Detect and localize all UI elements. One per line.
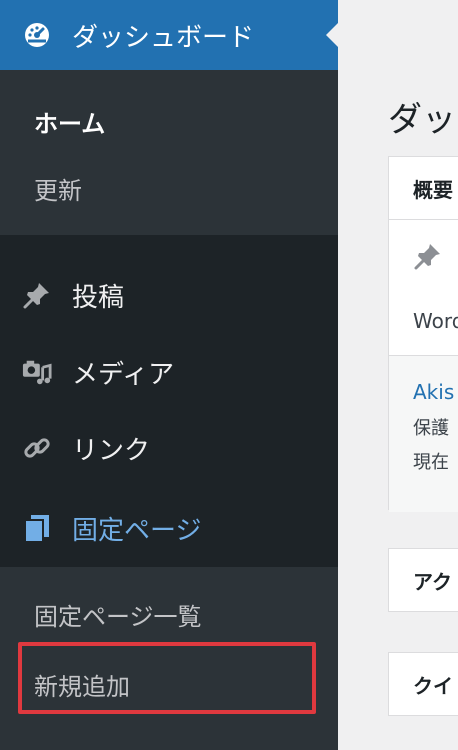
pin-icon	[413, 241, 443, 276]
menu-label-posts: 投稿	[72, 282, 125, 313]
activity-widget-title[interactable]: アク	[389, 549, 458, 611]
overview-akismet-section: Akis 保護 現在	[389, 355, 458, 512]
menu-item-pages[interactable]: 固定ページ	[0, 489, 338, 567]
submenu-item-home[interactable]: ホーム	[34, 104, 105, 139]
dashboard-gauge-icon	[22, 20, 52, 50]
overview-widget-title[interactable]: 概要	[389, 157, 458, 220]
pin-icon	[22, 280, 52, 310]
admin-sidebar: ダッシュボード ホーム 更新 投稿 メディア リンク 固定ページ 固定ページ一覧…	[0, 0, 338, 750]
overview-widget: 概要 Word Akis 保護 現在	[388, 156, 458, 512]
quickdraft-widget-title[interactable]: クイ	[389, 653, 458, 715]
quickdraft-widget: クイ	[388, 652, 458, 716]
dashboard-submenu: ホーム 更新	[0, 70, 338, 235]
submenu-item-all-pages[interactable]: 固定ページ一覧	[34, 597, 202, 632]
menu-label-pages: 固定ページ	[72, 515, 202, 546]
menu-item-links[interactable]: リンク	[0, 413, 338, 483]
overview-wordpress-text: Word	[413, 309, 458, 333]
menu-label-media: メディア	[72, 359, 175, 390]
akismet-protection-text: 保護	[413, 418, 449, 439]
akismet-link[interactable]: Akis	[413, 380, 454, 404]
pages-icon	[22, 513, 52, 543]
chain-link-icon	[22, 433, 52, 463]
akismet-status-text: 現在	[413, 452, 449, 473]
menu-label-links: リンク	[72, 435, 151, 466]
media-camera-music-icon	[22, 357, 52, 387]
submenu-item-updates[interactable]: 更新	[34, 171, 82, 206]
menu-item-dashboard[interactable]: ダッシュボード	[0, 0, 338, 70]
activity-widget: アク	[388, 548, 458, 612]
page-title: ダッ	[388, 100, 456, 140]
menu-item-media[interactable]: メディア	[0, 337, 338, 407]
menu-item-posts[interactable]: 投稿	[0, 260, 338, 330]
menu-label-dashboard: ダッシュボード	[72, 22, 255, 53]
highlight-annotation-box	[18, 642, 316, 714]
